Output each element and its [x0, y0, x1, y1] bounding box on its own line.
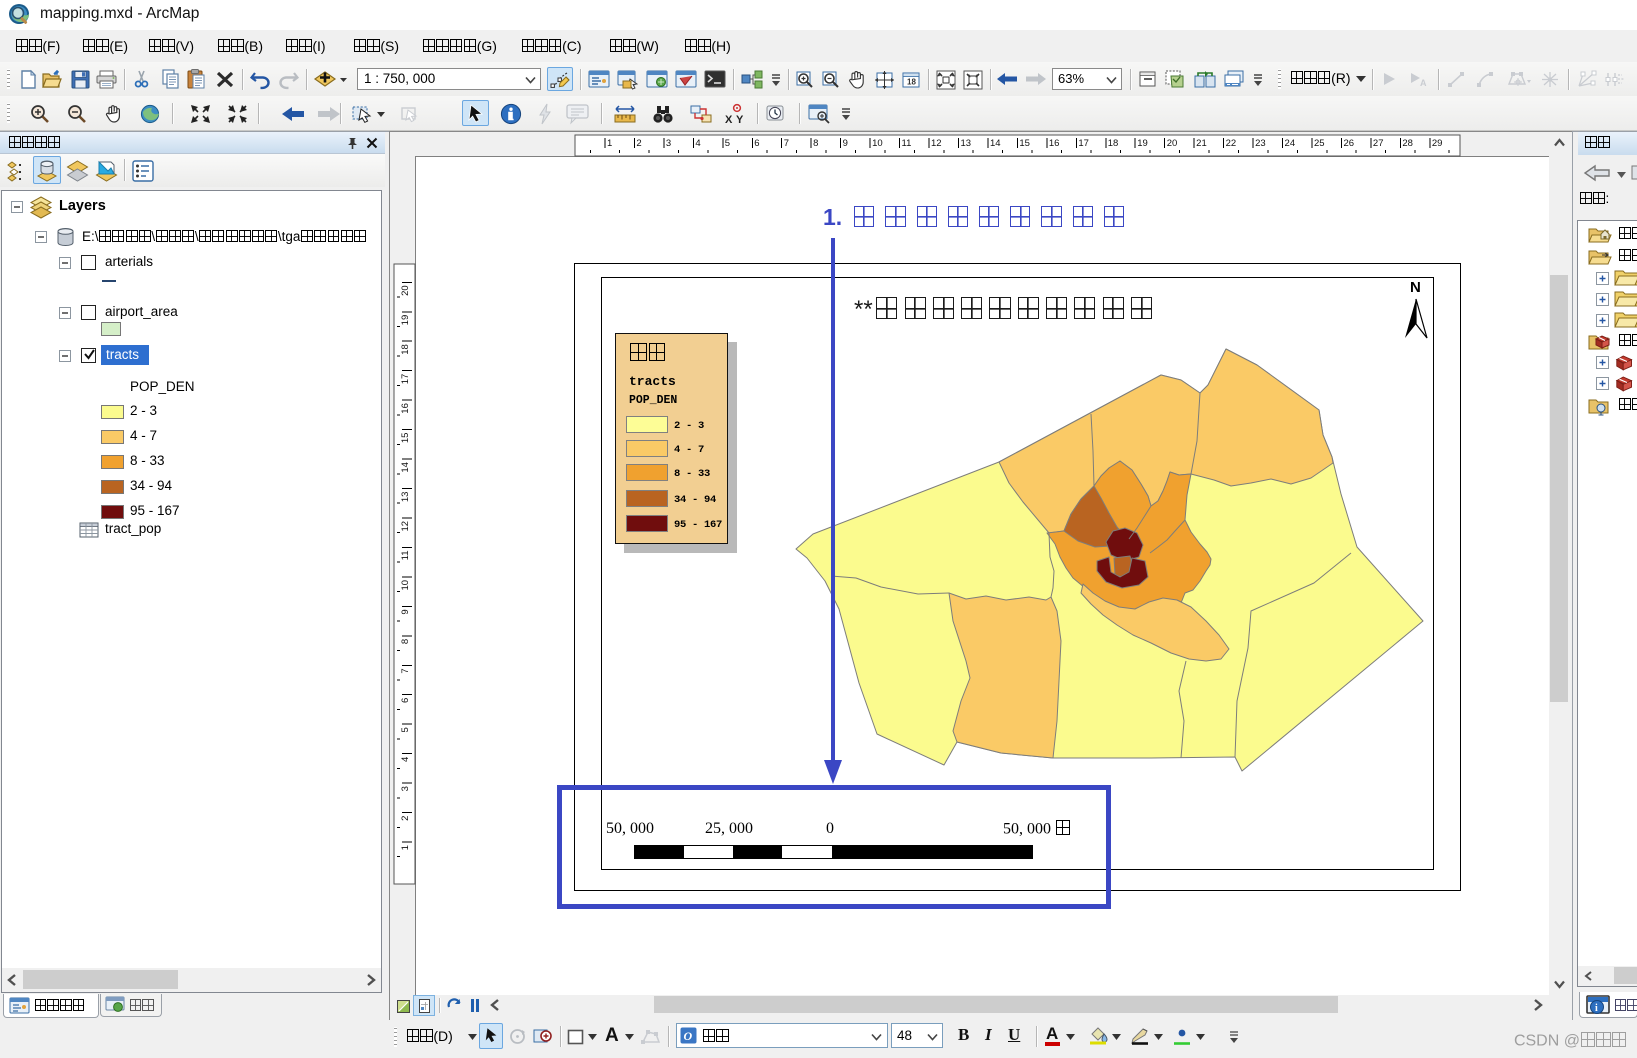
- svg-text:10: 10: [872, 138, 883, 149]
- svg-text:29: 29: [1432, 138, 1443, 149]
- svg-text:8: 8: [400, 639, 411, 644]
- svg-text:3: 3: [400, 786, 411, 791]
- svg-text:16: 16: [400, 403, 411, 414]
- svg-text:22: 22: [1226, 138, 1237, 149]
- svg-text:21: 21: [1196, 138, 1207, 149]
- svg-text:14: 14: [400, 462, 411, 473]
- svg-text:12: 12: [931, 138, 942, 149]
- svg-text:15: 15: [400, 433, 411, 444]
- svg-text:18: 18: [907, 78, 916, 87]
- svg-text:9: 9: [400, 609, 411, 614]
- svg-text:8: 8: [813, 138, 818, 149]
- svg-text:20: 20: [1167, 138, 1178, 149]
- svg-text:7: 7: [400, 668, 411, 673]
- svg-text:23: 23: [1255, 138, 1266, 149]
- svg-text:18: 18: [1108, 138, 1119, 149]
- svg-text:9: 9: [843, 138, 848, 149]
- svg-text:1: 1: [607, 138, 612, 149]
- svg-text:6: 6: [400, 698, 411, 703]
- svg-text:20: 20: [400, 285, 411, 296]
- svg-text:26: 26: [1343, 138, 1354, 149]
- svg-text:Y: Y: [736, 114, 744, 126]
- svg-text:5: 5: [725, 138, 730, 149]
- svg-text:27: 27: [1373, 138, 1384, 149]
- svg-text:19: 19: [1137, 138, 1148, 149]
- svg-text:1: 1: [400, 845, 411, 850]
- svg-text:X: X: [725, 114, 733, 126]
- svg-text:13: 13: [400, 492, 411, 503]
- svg-text:A: A: [1420, 78, 1427, 88]
- svg-text:i: i: [1595, 1003, 1598, 1014]
- svg-text:4: 4: [400, 757, 411, 762]
- svg-text:10: 10: [400, 580, 411, 591]
- svg-text:2: 2: [400, 816, 411, 821]
- svg-text:11: 11: [902, 138, 912, 149]
- svg-text:25: 25: [1314, 138, 1325, 149]
- svg-text:5: 5: [400, 727, 411, 732]
- svg-text:14: 14: [990, 138, 1001, 149]
- svg-text:2: 2: [636, 138, 641, 149]
- svg-text:13: 13: [960, 138, 971, 149]
- svg-text:6: 6: [754, 138, 759, 149]
- svg-text:19: 19: [400, 315, 411, 326]
- svg-text:16: 16: [1049, 138, 1060, 149]
- svg-text:18: 18: [400, 344, 411, 355]
- svg-text:11: 11: [400, 550, 411, 560]
- svg-text:4: 4: [695, 138, 700, 149]
- svg-text:17: 17: [400, 374, 411, 385]
- svg-text:3: 3: [666, 138, 671, 149]
- svg-text:17: 17: [1078, 138, 1089, 149]
- svg-text:28: 28: [1402, 138, 1413, 149]
- svg-text:24: 24: [1285, 138, 1296, 149]
- svg-text:7: 7: [784, 138, 789, 149]
- svg-text:O: O: [684, 1029, 693, 1043]
- svg-text:15: 15: [1019, 138, 1030, 149]
- svg-text:12: 12: [400, 521, 411, 532]
